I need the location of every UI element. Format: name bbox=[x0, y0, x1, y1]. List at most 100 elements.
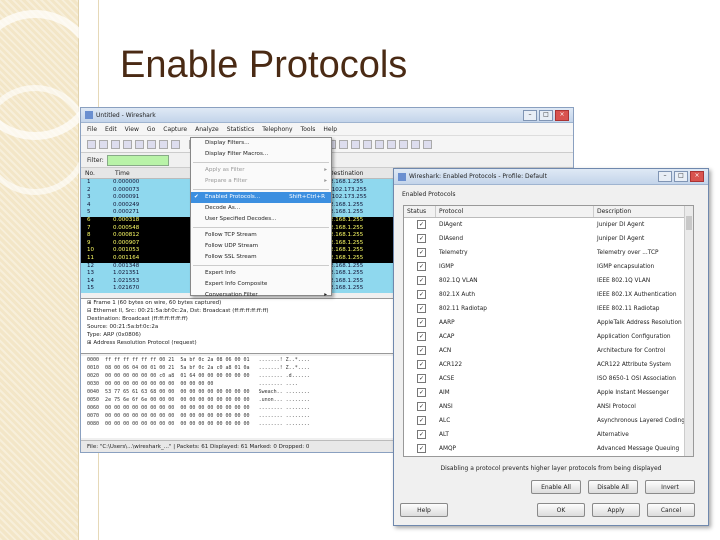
table-row[interactable]: ✓ ALC Asynchronous Layered Coding bbox=[404, 414, 693, 428]
cancel-button[interactable]: Cancel bbox=[647, 503, 695, 517]
toolbar-icon[interactable] bbox=[111, 139, 120, 149]
menu-item-follow-udp-stream[interactable]: Follow UDP Stream bbox=[191, 241, 331, 252]
toolbar-icon[interactable] bbox=[147, 139, 156, 149]
enable-checkbox[interactable]: ✓ bbox=[417, 346, 426, 355]
maximize-icon[interactable]: □ bbox=[539, 109, 553, 121]
close-icon[interactable]: × bbox=[690, 171, 704, 182]
toolbar-icon[interactable] bbox=[387, 139, 396, 149]
enable-checkbox[interactable]: ✓ bbox=[417, 388, 426, 397]
enable-checkbox[interactable]: ✓ bbox=[417, 444, 426, 453]
help-button[interactable]: Help bbox=[400, 503, 448, 517]
menu-edit[interactable]: Edit bbox=[105, 126, 117, 133]
enable-checkbox[interactable]: ✓ bbox=[417, 248, 426, 257]
toolbar-icon[interactable] bbox=[411, 139, 420, 149]
menu-item-label: Enabled Protocols... bbox=[205, 194, 261, 200]
enable-checkbox[interactable]: ✓ bbox=[417, 402, 426, 411]
toolbar-icon[interactable] bbox=[423, 139, 432, 149]
menu-item-prepare-a-filter[interactable]: Prepare a Filter ▸ bbox=[191, 176, 331, 187]
table-row[interactable]: ✓ 802.11 Radiotap IEEE 802.11 Radiotap bbox=[404, 302, 693, 316]
column-no[interactable]: No. bbox=[81, 170, 111, 177]
enable-checkbox[interactable]: ✓ bbox=[417, 304, 426, 313]
filter-input[interactable] bbox=[106, 154, 169, 166]
menu-item-expert-info[interactable]: Expert Info bbox=[191, 268, 331, 279]
menu-statistics[interactable]: Statistics bbox=[227, 126, 254, 133]
toolbar-icon[interactable] bbox=[171, 139, 180, 149]
toolbar-icon[interactable] bbox=[363, 139, 372, 149]
enable-checkbox[interactable]: ✓ bbox=[417, 416, 426, 425]
toolbar-icon[interactable] bbox=[351, 139, 360, 149]
menu-view[interactable]: View bbox=[125, 126, 139, 133]
toolbar-icon[interactable] bbox=[135, 139, 144, 149]
enable-checkbox[interactable]: ✓ bbox=[417, 290, 426, 299]
table-row[interactable]: ✓ ANSI ANSI Protocol bbox=[404, 400, 693, 414]
toolbar-icon[interactable] bbox=[99, 139, 108, 149]
menu-item-follow-tcp-stream[interactable]: Follow TCP Stream bbox=[191, 230, 331, 241]
column-status[interactable]: Status bbox=[404, 206, 436, 217]
enable-checkbox[interactable]: ✓ bbox=[417, 262, 426, 271]
menu-help[interactable]: Help bbox=[323, 126, 337, 133]
menu-item-decode-as[interactable]: Decode As... bbox=[191, 203, 331, 214]
toolbar-icon[interactable] bbox=[123, 139, 132, 149]
table-row[interactable]: ✓ ACAP Application Configuration bbox=[404, 330, 693, 344]
minimize-icon[interactable]: – bbox=[523, 109, 537, 121]
disable-all-button[interactable]: Disable All bbox=[588, 480, 638, 494]
packet-no: 6 bbox=[87, 216, 91, 223]
table-row[interactable]: ✓ ACR122 ACR122 Attribute System bbox=[404, 358, 693, 372]
table-row[interactable]: ✓ ALT Alternative bbox=[404, 428, 693, 442]
toolbar-icon[interactable] bbox=[375, 139, 384, 149]
menu-item-expert-info-composite[interactable]: Expert Info Composite bbox=[191, 279, 331, 290]
table-row[interactable]: ✓ IGMP IGMP encapsulation bbox=[404, 260, 693, 274]
column-protocol[interactable]: Protocol bbox=[436, 206, 594, 217]
enable-checkbox[interactable]: ✓ bbox=[417, 332, 426, 341]
ok-button[interactable]: OK bbox=[537, 503, 585, 517]
table-row[interactable]: ✓ AARP AppleTalk Address Resolution bbox=[404, 316, 693, 330]
enable-checkbox[interactable]: ✓ bbox=[417, 430, 426, 439]
dialog-titlebar: Wireshark: Enabled Protocols - Profile: … bbox=[394, 169, 708, 185]
enable-checkbox[interactable]: ✓ bbox=[417, 220, 426, 229]
close-icon[interactable]: × bbox=[555, 109, 569, 121]
table-row[interactable]: ✓ AIM Apple Instant Messenger bbox=[404, 386, 693, 400]
menu-item-label: Apply as Filter bbox=[205, 167, 245, 173]
table-row[interactable]: ✓ ACN Architecture for Control bbox=[404, 344, 693, 358]
maximize-icon[interactable]: □ bbox=[674, 171, 688, 182]
table-row[interactable]: ✓ ACSE ISO 8650-1 OSI Association bbox=[404, 372, 693, 386]
invert-button[interactable]: Invert bbox=[645, 480, 695, 494]
column-description[interactable]: Description bbox=[594, 206, 684, 217]
menu-item-follow-ssl-stream[interactable]: Follow SSL Stream bbox=[191, 252, 331, 263]
menu-item-display-filter-macros[interactable]: Display Filter Macros... bbox=[191, 149, 331, 160]
enable-checkbox[interactable]: ✓ bbox=[417, 276, 426, 285]
apply-button[interactable]: Apply bbox=[592, 503, 640, 517]
menu-item-apply-as-filter[interactable]: Apply as Filter ▸ bbox=[191, 165, 331, 176]
toolbar-icon[interactable] bbox=[159, 139, 168, 149]
menu-item-display-filters[interactable]: Display Filters... bbox=[191, 138, 331, 149]
minimize-icon[interactable]: – bbox=[658, 171, 672, 182]
enable-checkbox[interactable]: ✓ bbox=[417, 318, 426, 327]
menu-file[interactable]: File bbox=[87, 126, 97, 133]
enable-all-button[interactable]: Enable All bbox=[531, 480, 581, 494]
menu-item-label: Follow TCP Stream bbox=[205, 232, 257, 238]
enable-checkbox[interactable]: ✓ bbox=[417, 374, 426, 383]
menu-item-enabled-protocols[interactable]: ✔ Enabled Protocols... Shift+Ctrl+R bbox=[191, 192, 331, 203]
toolbar-icon[interactable] bbox=[339, 139, 348, 149]
table-row[interactable]: ✓ Telemetry Telemetry over ...TCP bbox=[404, 246, 693, 260]
menu-item-user-specified-decodes[interactable]: User Specified Decodes... bbox=[191, 214, 331, 225]
menu-go[interactable]: Go bbox=[147, 126, 155, 133]
vertical-scrollbar[interactable] bbox=[684, 206, 693, 456]
protocol-cell: ACSE bbox=[439, 376, 455, 382]
table-row[interactable]: ✓ DIAgent Juniper DI Agent bbox=[404, 218, 693, 232]
toolbar-icon[interactable] bbox=[399, 139, 408, 149]
enable-checkbox[interactable]: ✓ bbox=[417, 360, 426, 369]
enable-checkbox[interactable]: ✓ bbox=[417, 234, 426, 243]
toolbar-icon[interactable] bbox=[87, 139, 96, 149]
scrollbar-thumb[interactable] bbox=[686, 216, 692, 230]
table-row[interactable]: ✓ 802.1X Auth IEEE 802.1X Authentication bbox=[404, 288, 693, 302]
menu-item-conversation-filter[interactable]: Conversation Filter ▸ bbox=[191, 290, 331, 301]
menu-telephony[interactable]: Telephony bbox=[262, 126, 292, 133]
menu-tools[interactable]: Tools bbox=[301, 126, 316, 133]
menu-capture[interactable]: Capture bbox=[163, 126, 187, 133]
table-row[interactable]: ✓ DIAsend Juniper DI Agent bbox=[404, 232, 693, 246]
table-row[interactable]: ✓ AMQP Advanced Message Queuing bbox=[404, 442, 693, 456]
table-row[interactable]: ✓ 802.1Q VLAN IEEE 802.1Q VLAN bbox=[404, 274, 693, 288]
packet-no: 8 bbox=[87, 232, 91, 239]
menu-analyze[interactable]: Analyze bbox=[195, 126, 219, 133]
